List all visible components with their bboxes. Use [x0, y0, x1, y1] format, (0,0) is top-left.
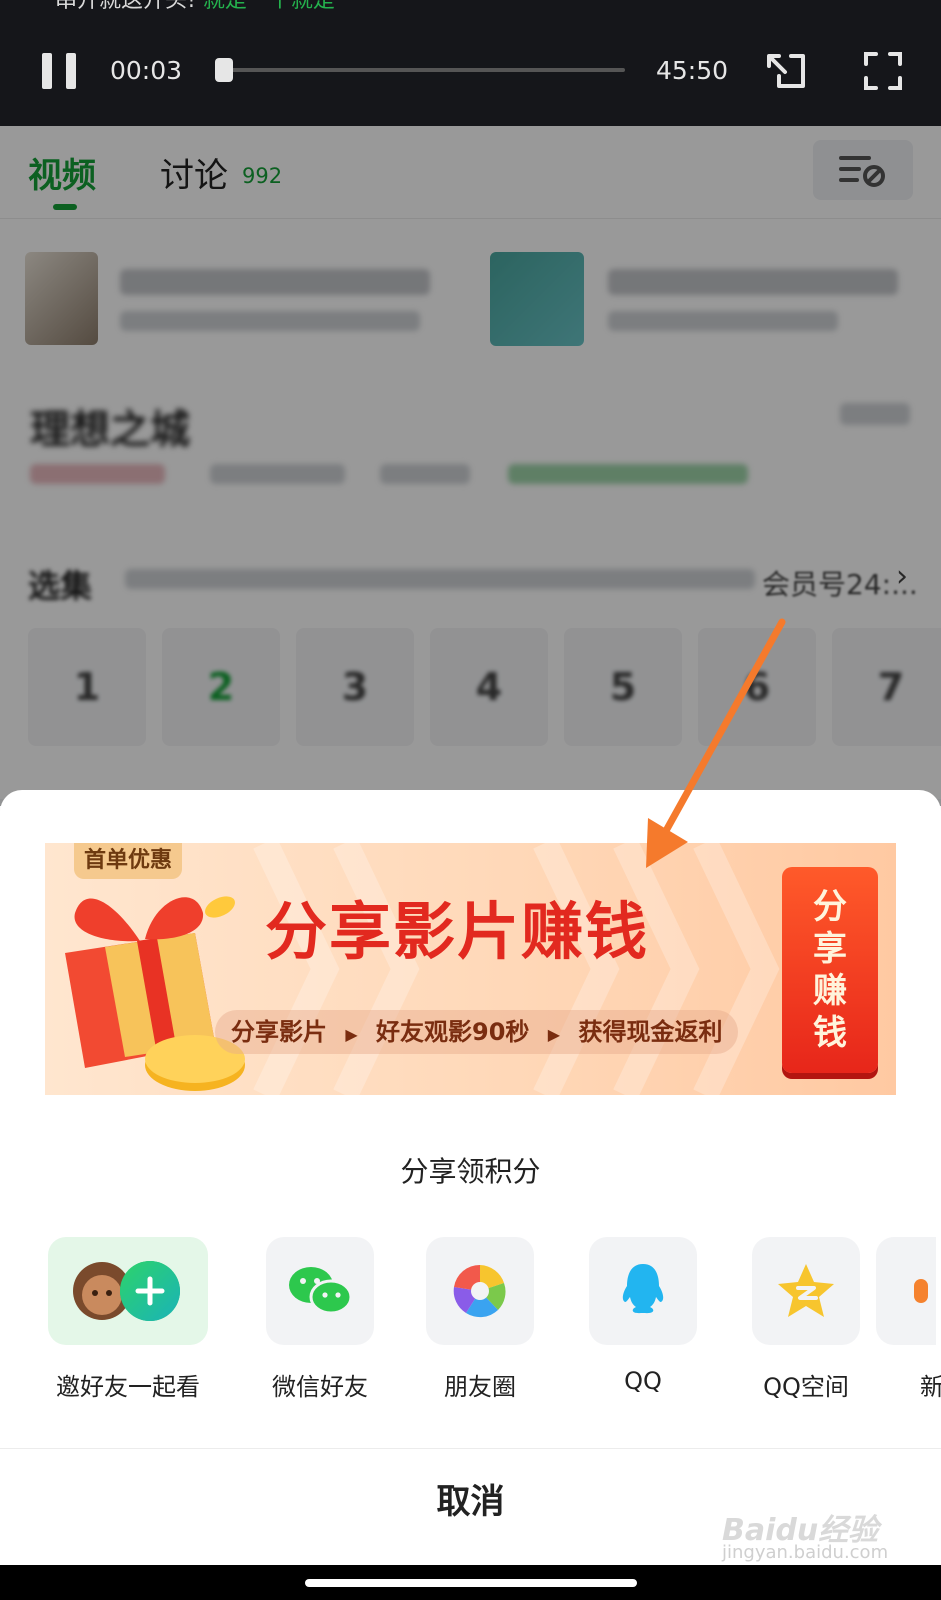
share-label: 邀好友一起看 [56, 1373, 200, 1401]
share-wechat[interactable]: 微信好友 [240, 1237, 400, 1402]
moments-icon [426, 1237, 534, 1345]
fullscreen-icon[interactable] [864, 52, 902, 90]
share-invite-friends[interactable]: 邀好友一起看 [48, 1237, 208, 1402]
qq-icon [589, 1237, 697, 1345]
screen-cast-icon[interactable] [765, 50, 807, 92]
video-player[interactable]: 串开就这开头! 就是一个就是 00:03 45:50 [0, 0, 941, 126]
progress-knob[interactable] [215, 58, 233, 82]
invite-friends-icon [48, 1237, 208, 1345]
qzone-icon [752, 1237, 860, 1345]
total-time: 45:50 [656, 56, 729, 85]
pause-button[interactable] [42, 53, 76, 89]
share-earn-banner[interactable]: 首单优惠 分享影片赚钱 分享影片 ▶ 好友观影90秒 ▶ 获得现金返利 分享赚钱 [45, 843, 896, 1095]
share-moments[interactable]: 朋友圈 [400, 1237, 560, 1402]
banner-steps: 分享影片 ▶ 好友观影90秒 ▶ 获得现金返利 [215, 1010, 739, 1054]
share-label: QQ空间 [763, 1373, 849, 1401]
divider [0, 1448, 941, 1449]
sheet-title: 分享领积分 [400, 1155, 541, 1188]
subtitle-text: 串开就这开头! 就是一个就是 [55, 0, 335, 13]
progress-bar[interactable] [215, 58, 625, 82]
share-label: 微信好友 [272, 1373, 368, 1401]
weibo-icon [876, 1237, 936, 1345]
share-weibo[interactable]: 新 [876, 1237, 941, 1402]
share-label: 朋友圈 [444, 1373, 516, 1401]
current-time: 00:03 [110, 56, 183, 85]
watermark-url: jingyan.baidu.com [722, 1542, 889, 1563]
first-order-badge: 首单优惠 [74, 843, 183, 879]
home-indicator[interactable] [305, 1579, 637, 1587]
share-qzone[interactable]: QQ空间 [726, 1237, 886, 1402]
share-label: QQ [624, 1367, 662, 1395]
share-label: 新 [920, 1373, 941, 1401]
wechat-icon [266, 1237, 374, 1345]
banner-title: 分享影片赚钱 [265, 895, 650, 968]
share-sheet: 首单优惠 分享影片赚钱 分享影片 ▶ 好友观影90秒 ▶ 获得现金返利 分享赚钱… [0, 790, 941, 1565]
share-earn-button[interactable]: 分享赚钱 [782, 867, 878, 1073]
share-qq[interactable]: QQ [563, 1237, 723, 1395]
modal-backdrop[interactable] [0, 126, 941, 806]
system-bar [0, 1565, 941, 1600]
